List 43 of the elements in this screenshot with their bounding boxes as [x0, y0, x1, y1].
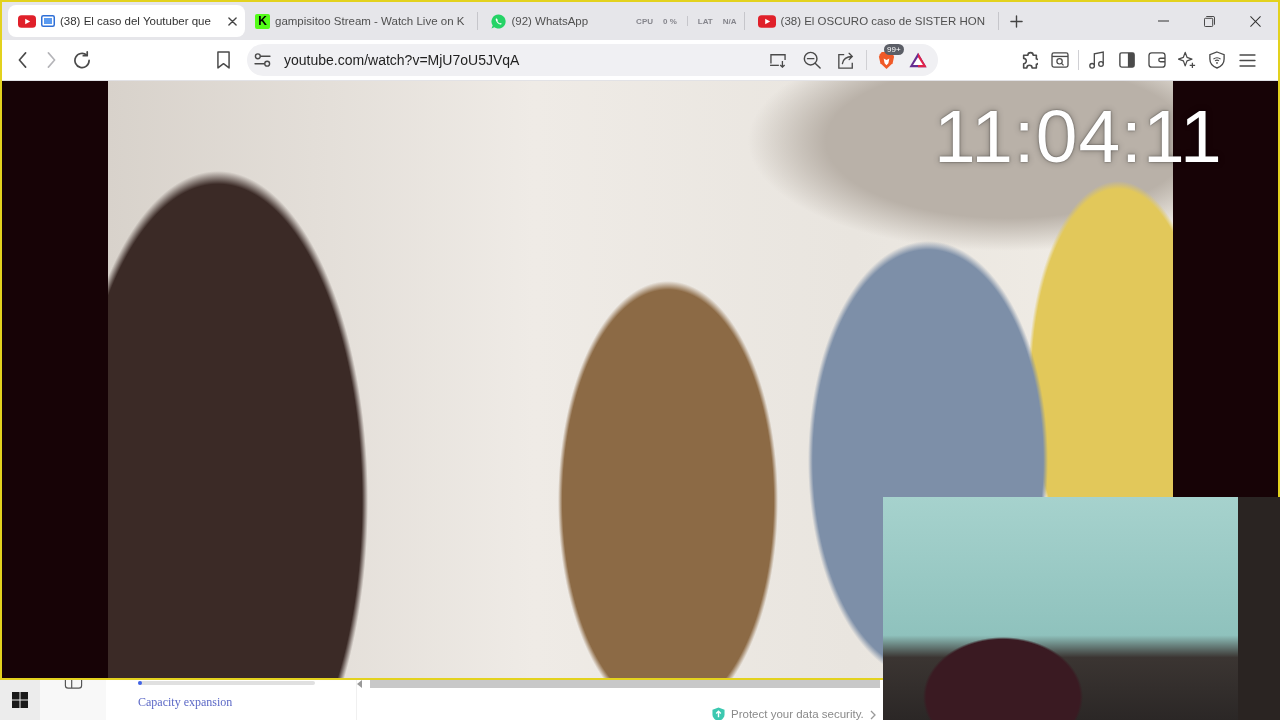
site-logo: K: [255, 13, 270, 29]
browser-tab[interactable]: (38) El caso del Youtuber que: [8, 5, 245, 37]
window-search-icon[interactable]: [1051, 52, 1069, 68]
play-logo-icon: [18, 14, 36, 28]
capacity-link[interactable]: Capacity expansion: [138, 695, 233, 710]
site-settings-icon[interactable]: [253, 53, 271, 67]
laptop-download-icon[interactable]: [769, 52, 787, 68]
zoom-out-icon[interactable]: [803, 51, 821, 69]
wallet-icon[interactable]: [1148, 52, 1166, 68]
start-grid-icon[interactable]: [12, 692, 28, 708]
close-icon[interactable]: [228, 16, 237, 26]
browser-tab[interactable]: (92) WhatsApp: [481, 5, 599, 37]
back-icon[interactable]: [17, 52, 27, 68]
plus-icon[interactable]: [1010, 14, 1024, 28]
close-icon[interactable]: [1249, 15, 1261, 27]
music-note-icon[interactable]: [1089, 51, 1105, 69]
minimize-icon[interactable]: [1157, 20, 1169, 22]
share-icon[interactable]: [837, 51, 855, 69]
shield-signal-icon[interactable]: [1209, 51, 1225, 69]
reload-icon[interactable]: [73, 51, 91, 69]
security-notice[interactable]: Protect your data security.: [731, 708, 864, 720]
scroll-arrow-icon[interactable]: [357, 680, 362, 688]
triangle-logo-icon[interactable]: [909, 52, 927, 68]
bookmark-icon[interactable]: [216, 51, 230, 69]
browser-tab[interactable]: (38) El OSCURO caso de SISTER HON: [747, 5, 996, 37]
panel-icon[interactable]: [63, 680, 83, 689]
play-logo-icon: [757, 14, 776, 28]
scrollbar[interactable]: [370, 680, 880, 688]
puzzle-piece-icon[interactable]: [1022, 51, 1038, 69]
menu-icon[interactable]: [1238, 53, 1256, 67]
stat-value: N/A: [722, 16, 737, 26]
stat-label: CPU: [636, 16, 653, 26]
address-bar[interactable]: youtube.com/watch?v=MjU7oU5JVqA 99+: [247, 44, 938, 76]
sparkle-icon[interactable]: [1178, 51, 1196, 69]
stat-value: 0 %: [663, 16, 677, 26]
url-text: youtube.com/watch?v=MjU7oU5JVqA: [284, 52, 520, 68]
chat-bubble-icon: [491, 13, 507, 29]
stat-label: LAT: [697, 16, 713, 26]
notification-badge: 99+: [884, 44, 904, 55]
sidebar-icon[interactable]: [1119, 52, 1135, 68]
chevron-right-icon[interactable]: [869, 709, 876, 720]
browser-tab[interactable]: K gampisitoo Stream - Watch Live on K: [245, 5, 475, 37]
restore-icon[interactable]: [1203, 15, 1215, 27]
